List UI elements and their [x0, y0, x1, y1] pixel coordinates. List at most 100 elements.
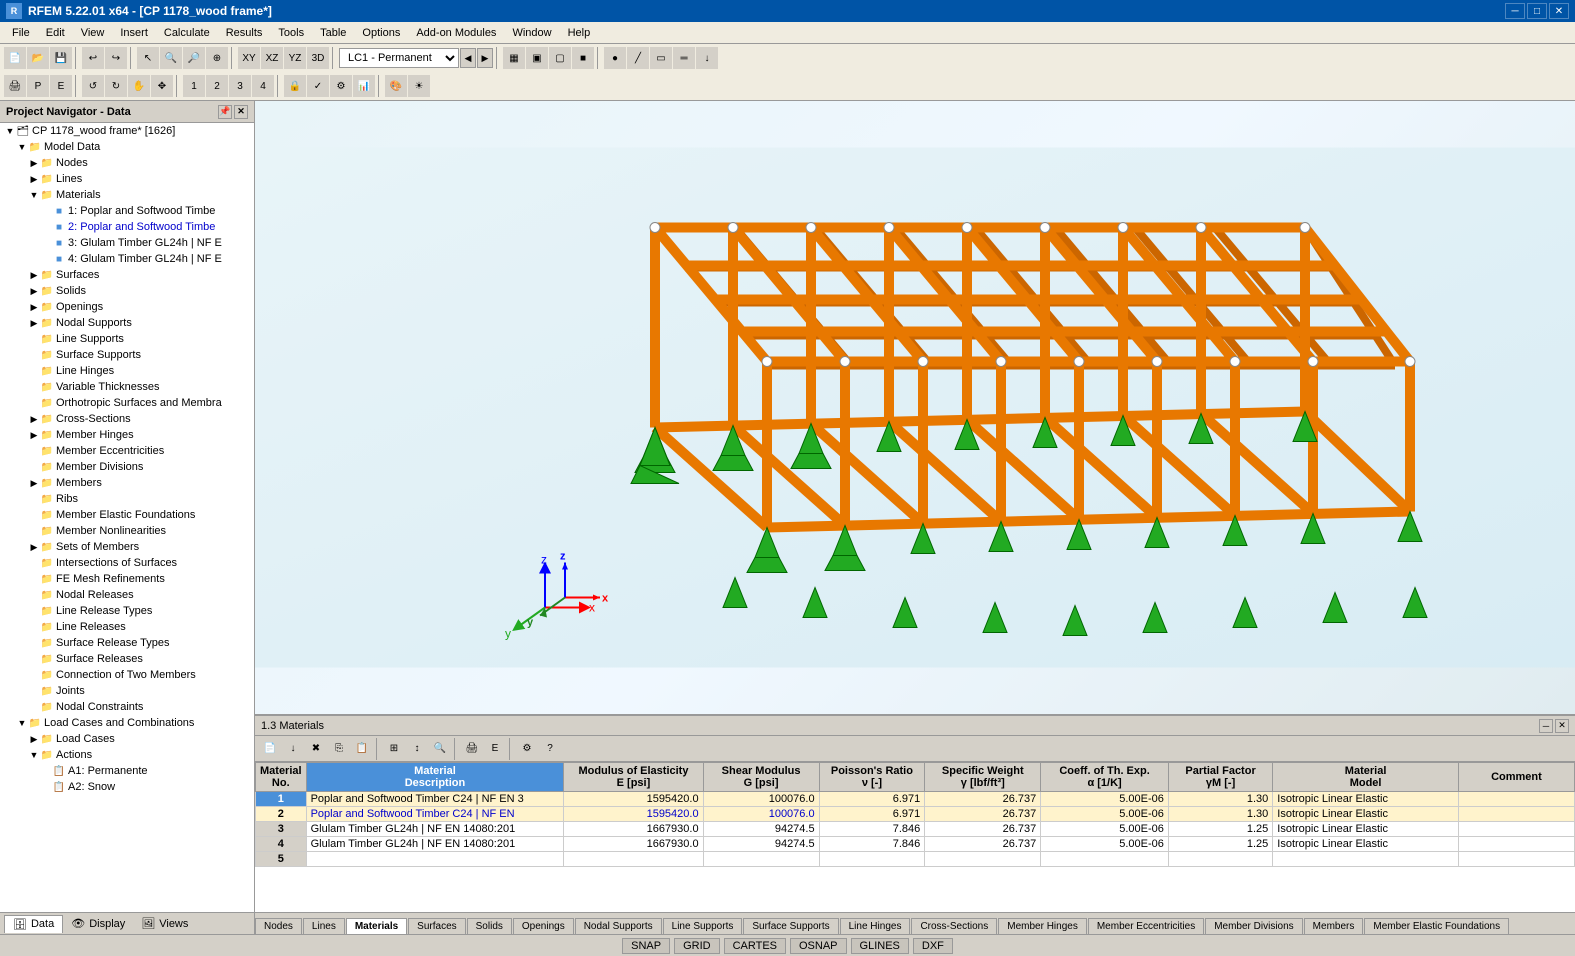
- tab-member-elastic[interactable]: Member Elastic Foundations: [1364, 918, 1509, 934]
- tb-view-3d[interactable]: 3D: [307, 47, 329, 69]
- expand-nodes[interactable]: ▶: [28, 157, 40, 169]
- tab-member-hinges[interactable]: Member Hinges: [998, 918, 1087, 934]
- bt-sort[interactable]: ↕: [406, 738, 428, 760]
- tb-render[interactable]: ▦: [503, 47, 525, 69]
- tree-materials[interactable]: ▼ 📁 Materials: [0, 187, 254, 203]
- expand-load-cases[interactable]: ▶: [28, 733, 40, 745]
- tb-print[interactable]: 🖨: [4, 75, 26, 97]
- tb-mem-num[interactable]: 4: [252, 75, 274, 97]
- bt-settings[interactable]: ⚙: [516, 738, 538, 760]
- expand-cross-sections[interactable]: ▶: [28, 413, 40, 425]
- tree-member-divisions[interactable]: 📁 Member Divisions: [0, 459, 254, 475]
- bt-paste[interactable]: 📋: [351, 738, 373, 760]
- tab-line-supports[interactable]: Line Supports: [663, 918, 743, 934]
- tb-view-xy[interactable]: XY: [238, 47, 260, 69]
- tree-solids[interactable]: ▶ 📁 Solids: [0, 283, 254, 299]
- tb-pan[interactable]: ✋: [128, 75, 150, 97]
- nav-tab-display[interactable]: 👁 Display: [63, 915, 133, 932]
- tb-open[interactable]: 📂: [27, 47, 49, 69]
- tab-member-eccentricities[interactable]: Member Eccentricities: [1088, 918, 1204, 934]
- expand-actions[interactable]: ▼: [28, 749, 40, 761]
- status-dxf[interactable]: DXF: [913, 938, 953, 954]
- menu-edit[interactable]: Edit: [38, 25, 73, 41]
- tree-sets-members[interactable]: ▶ 📁 Sets of Members: [0, 539, 254, 555]
- tb-solid[interactable]: ■: [572, 47, 594, 69]
- tree-member-eccentricities[interactable]: 📁 Member Eccentricities: [0, 443, 254, 459]
- menu-file[interactable]: File: [4, 25, 38, 41]
- tb-node-num[interactable]: 1: [183, 75, 205, 97]
- tree-surface-supports[interactable]: 📁 Surface Supports: [0, 347, 254, 363]
- bt-filter[interactable]: ⊞: [383, 738, 405, 760]
- bt-delete[interactable]: ✖: [305, 738, 327, 760]
- tab-materials[interactable]: Materials: [346, 918, 407, 934]
- tab-cross-sections[interactable]: Cross-Sections: [911, 918, 997, 934]
- table-row[interactable]: 5: [256, 852, 1575, 867]
- maximize-button[interactable]: □: [1527, 3, 1547, 19]
- tree-ribs[interactable]: 📁 Ribs: [0, 491, 254, 507]
- tab-nodes[interactable]: Nodes: [255, 918, 302, 934]
- menu-addon[interactable]: Add-on Modules: [408, 25, 504, 41]
- tb-hidden[interactable]: ▢: [549, 47, 571, 69]
- expand-load-cases-comb[interactable]: ▼: [16, 717, 28, 729]
- expand-solids[interactable]: ▶: [28, 285, 40, 297]
- expand-materials[interactable]: ▼: [28, 189, 40, 201]
- tb-view-xz[interactable]: XZ: [261, 47, 283, 69]
- tab-nodal-supports[interactable]: Nodal Supports: [575, 918, 662, 934]
- tb-zoom-in[interactable]: 🔍: [160, 47, 182, 69]
- panel-controls[interactable]: 📌 ✕: [218, 105, 248, 119]
- tb-save[interactable]: 💾: [50, 47, 72, 69]
- tree-model-data[interactable]: ▼ 📁 Model Data: [0, 139, 254, 155]
- tb-line[interactable]: ╱: [627, 47, 649, 69]
- tb-select[interactable]: ↖: [137, 47, 159, 69]
- tb-surf-num[interactable]: 3: [229, 75, 251, 97]
- tab-solids[interactable]: Solids: [467, 918, 512, 934]
- minimize-button[interactable]: ─: [1505, 3, 1525, 19]
- status-grid[interactable]: GRID: [674, 938, 720, 954]
- tree-nodal-constraints[interactable]: 📁 Nodal Constraints: [0, 699, 254, 715]
- tree-members[interactable]: ▶ 📁 Members: [0, 475, 254, 491]
- tree-surface-releases[interactable]: 📁 Surface Releases: [0, 651, 254, 667]
- tb-line-num[interactable]: 2: [206, 75, 228, 97]
- tree-member-elastic[interactable]: 📁 Member Elastic Foundations: [0, 507, 254, 523]
- tree-openings[interactable]: ▶ 📁 Openings: [0, 299, 254, 315]
- panel-pin[interactable]: 📌: [218, 105, 232, 119]
- expand-nodal-supports[interactable]: ▶: [28, 317, 40, 329]
- tb-pdf[interactable]: P: [27, 75, 49, 97]
- tb-light[interactable]: ☀: [408, 75, 430, 97]
- expand-model-data[interactable]: ▼: [16, 141, 28, 153]
- tb-check[interactable]: ✓: [307, 75, 329, 97]
- tb-undo[interactable]: ↩: [82, 47, 104, 69]
- tree-cross-sections[interactable]: ▶ 📁 Cross-Sections: [0, 411, 254, 427]
- menu-results[interactable]: Results: [218, 25, 271, 41]
- menu-calculate[interactable]: Calculate: [156, 25, 218, 41]
- viewport[interactable]: x z y: [255, 101, 1575, 714]
- menu-tools[interactable]: Tools: [270, 25, 312, 41]
- tab-openings[interactable]: Openings: [513, 918, 574, 934]
- tb-color[interactable]: 🎨: [385, 75, 407, 97]
- status-osnap[interactable]: OSNAP: [790, 938, 847, 954]
- tb-excel[interactable]: E: [50, 75, 72, 97]
- tree-connection-two-members[interactable]: 📁 Connection of Two Members: [0, 667, 254, 683]
- tb-node[interactable]: ●: [604, 47, 626, 69]
- expand-member-hinges[interactable]: ▶: [28, 429, 40, 441]
- tree-action-a1[interactable]: 📋 A1: Permanente: [0, 763, 254, 779]
- menu-insert[interactable]: Insert: [112, 25, 156, 41]
- tree-member-nonlinear[interactable]: 📁 Member Nonlinearities: [0, 523, 254, 539]
- tree-intersections[interactable]: 📁 Intersections of Surfaces: [0, 555, 254, 571]
- table-row[interactable]: 4 Glulam Timber GL24h | NF EN 14080:201 …: [256, 837, 1575, 852]
- tree-mat-1[interactable]: ■ 1: Poplar and Softwood Timbe: [0, 203, 254, 219]
- tree-actions[interactable]: ▼ 📁 Actions: [0, 747, 254, 763]
- table-row[interactable]: 3 Glulam Timber GL24h | NF EN 14080:201 …: [256, 822, 1575, 837]
- tb-member[interactable]: ═: [673, 47, 695, 69]
- bt-excel[interactable]: E: [484, 738, 506, 760]
- tb-redo[interactable]: ↪: [105, 47, 127, 69]
- tree-nodes[interactable]: ▶ 📁 Nodes: [0, 155, 254, 171]
- tree-mat-4[interactable]: ■ 4: Glulam Timber GL24h | NF E: [0, 251, 254, 267]
- tb-zoom-out[interactable]: 🔎: [183, 47, 205, 69]
- nav-tab-data[interactable]: 🗄 Data: [4, 915, 63, 933]
- status-glines[interactable]: GLINES: [851, 938, 909, 954]
- tab-lines[interactable]: Lines: [303, 918, 345, 934]
- status-cartes[interactable]: CARTES: [724, 938, 786, 954]
- tree-nodal-releases[interactable]: 📁 Nodal Releases: [0, 587, 254, 603]
- tree-line-supports[interactable]: 📁 Line Supports: [0, 331, 254, 347]
